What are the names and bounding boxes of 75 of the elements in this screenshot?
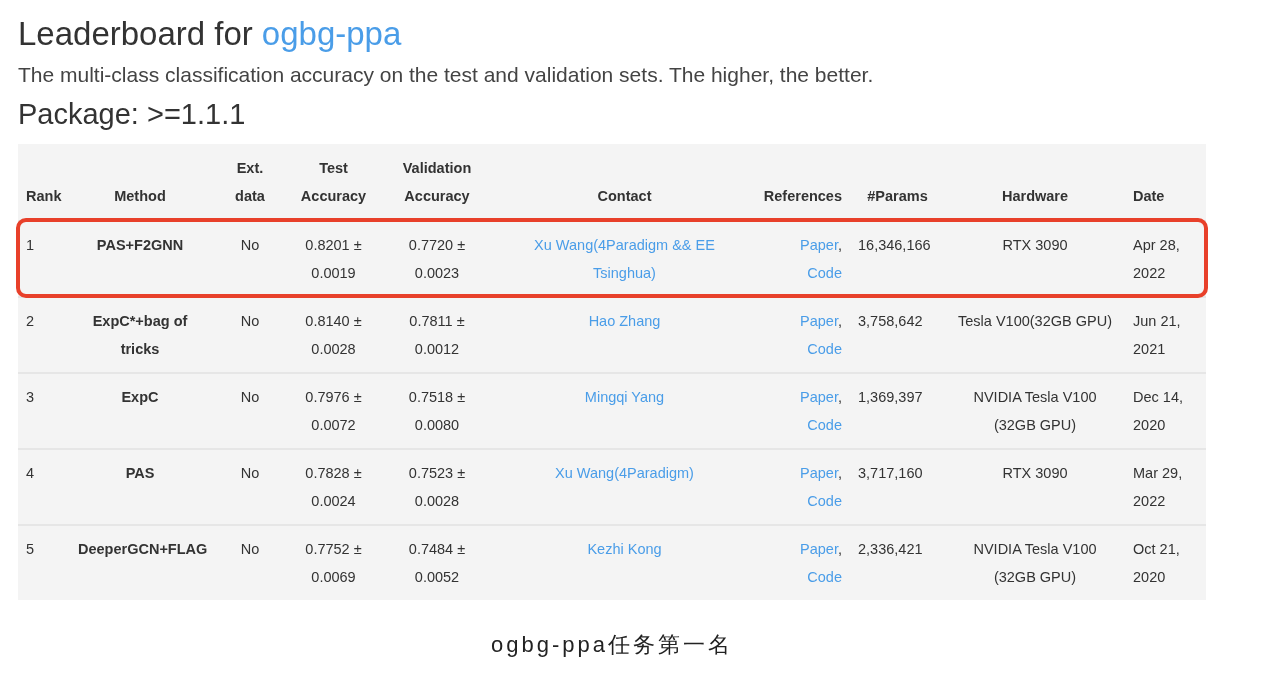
params-cell: 3,758,642 xyxy=(850,296,945,372)
ext-data-cell: No xyxy=(210,372,290,448)
method-cell: DeeperGCN+FLAG xyxy=(70,524,210,600)
rank-cell: 2 xyxy=(18,296,70,372)
paper-link[interactable]: Paper xyxy=(800,237,838,253)
column-header: Date xyxy=(1132,187,1166,206)
test-accuracy-cell: 0.7828 ± 0.0024 xyxy=(290,448,377,524)
column-header: Hardware xyxy=(1000,187,1070,206)
separator-text: , xyxy=(837,465,842,481)
caption-text: ogbg-ppa任务第一名 xyxy=(491,631,733,659)
validation-accuracy-cell: 0.7720 ± 0.0023 xyxy=(377,220,497,296)
hardware-cell: NVIDIA Tesla V100 (32GB GPU) xyxy=(945,372,1125,448)
paper-link[interactable]: Paper xyxy=(800,541,838,557)
ext-data-cell: No xyxy=(210,524,290,600)
column-header: Rank xyxy=(25,187,63,206)
test-accuracy-cell: 0.7976 ± 0.0072 xyxy=(290,372,377,448)
hardware-cell: NVIDIA Tesla V100 (32GB GPU) xyxy=(945,524,1125,600)
column-header: Contact xyxy=(596,187,653,206)
test-accuracy-cell: 0.8140 ± 0.0028 xyxy=(290,296,377,372)
separator-text: , xyxy=(837,313,842,329)
package-heading: Package: >=1.1.1 xyxy=(18,97,247,132)
paper-link[interactable]: Paper xyxy=(800,389,838,405)
column-header: Test Accuracy xyxy=(299,159,368,206)
code-link[interactable]: Code xyxy=(807,569,842,585)
contact-link[interactable]: Xu Wang(4Paradigm) xyxy=(531,459,718,487)
rank-cell: 1 xyxy=(18,220,70,296)
params-cell: 1,369,397 xyxy=(850,372,945,448)
column-header: Method xyxy=(113,187,167,206)
ext-data-cell: No xyxy=(210,448,290,524)
ext-data-cell: No xyxy=(210,296,290,372)
contact-link[interactable]: Hao Zhang xyxy=(531,307,718,335)
method-cell: ExpC xyxy=(70,372,210,448)
code-link[interactable]: Code xyxy=(807,341,842,357)
separator-text: , xyxy=(837,237,842,253)
separator-text: , xyxy=(837,389,842,405)
date-cell: Apr 28, 2022 xyxy=(1125,220,1206,296)
test-accuracy-cell: 0.8201 ± 0.0019 xyxy=(290,220,377,296)
code-link[interactable]: Code xyxy=(807,417,842,433)
code-link[interactable]: Code xyxy=(807,265,842,281)
test-accuracy-cell: 0.7752 ± 0.0069 xyxy=(290,524,377,600)
validation-accuracy-cell: 0.7484 ± 0.0052 xyxy=(377,524,497,600)
date-cell: Mar 29, 2022 xyxy=(1125,448,1206,524)
column-header: Ext. data xyxy=(234,159,266,206)
validation-accuracy-cell: 0.7811 ± 0.0012 xyxy=(377,296,497,372)
description-text: The multi-class classification accuracy on the test and validation sets. The higher, the better. xyxy=(18,62,875,88)
rank-cell: 5 xyxy=(18,524,70,600)
params-cell: 16,346,166 xyxy=(850,220,945,296)
method-cell: ExpC*+bag of tricks xyxy=(70,296,210,372)
rank-cell: 3 xyxy=(18,372,70,448)
ext-data-cell: No xyxy=(210,220,290,296)
paper-link[interactable]: Paper xyxy=(800,313,838,329)
contact-link[interactable]: Xu Wang(4Paradigm && EE Tsinghua) xyxy=(531,231,718,287)
hardware-cell: RTX 3090 xyxy=(945,220,1125,296)
method-cell: PAS xyxy=(70,448,210,524)
paper-link[interactable]: Paper xyxy=(800,465,838,481)
column-header: #Params xyxy=(866,187,929,206)
date-cell: Dec 14, 2020 xyxy=(1125,372,1206,448)
contact-link[interactable]: Mingqi Yang xyxy=(531,383,718,411)
params-cell: 3,717,160 xyxy=(850,448,945,524)
date-cell: Oct 21, 2020 xyxy=(1125,524,1206,600)
validation-accuracy-cell: 0.7518 ± 0.0080 xyxy=(377,372,497,448)
params-cell: 2,336,421 xyxy=(850,524,945,600)
column-header: References xyxy=(762,187,843,206)
hardware-cell: RTX 3090 xyxy=(945,448,1125,524)
hardware-cell: Tesla V100(32GB GPU) xyxy=(945,296,1125,372)
contact-link[interactable]: Kezhi Kong xyxy=(531,535,718,563)
validation-accuracy-cell: 0.7523 ± 0.0028 xyxy=(377,448,497,524)
rank-cell: 4 xyxy=(18,448,70,524)
page-title: Leaderboard for xyxy=(18,14,253,54)
dataset-link[interactable]: ogbg-ppa xyxy=(261,12,402,56)
code-link[interactable]: Code xyxy=(807,493,842,509)
method-cell: PAS+F2GNN xyxy=(70,220,210,296)
separator-text: , xyxy=(837,541,842,557)
column-header: Validation Accuracy xyxy=(401,159,473,206)
date-cell: Jun 21, 2021 xyxy=(1125,296,1206,372)
